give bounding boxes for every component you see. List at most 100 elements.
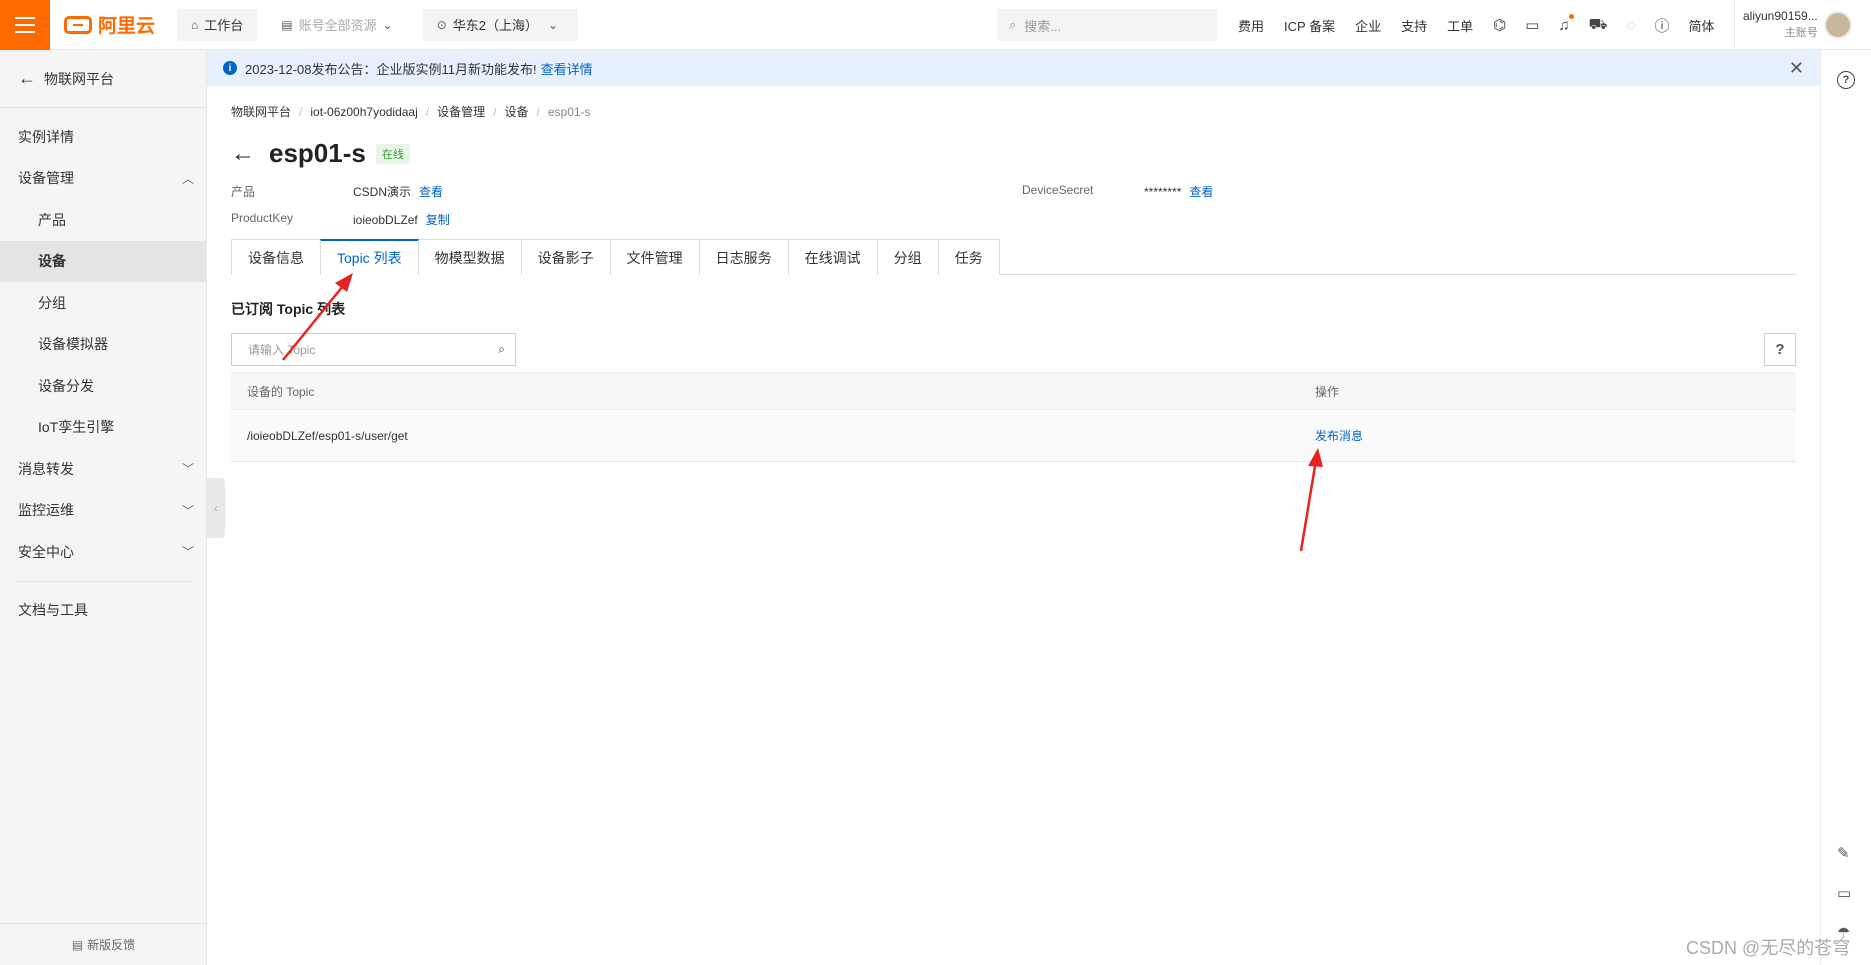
avatar[interactable] [1823,11,1852,39]
tab-log-service[interactable]: 日志服务 [698,239,789,275]
close-icon[interactable]: ✕ [1789,58,1804,79]
arrow-to-publish-link [1299,448,1323,552]
help-icon[interactable]: ⓘ [1654,15,1669,36]
sidebar-item-label: 设备 [38,253,66,270]
user-menu[interactable]: aliyun90159... 主账号 [1734,0,1852,50]
breadcrumb-separator: / [493,104,497,119]
top-links: 费用 ICP 备案 企业 支持 工单 ⌬ ▭ ♫ ⛟ ◌ ⓘ 简体 [1238,0,1735,50]
sidebar-item-device-distribution[interactable]: 设备分发 [0,365,206,407]
sidebar-item-label: 文档与工具 [18,602,88,619]
publish-message-link[interactable]: 发布消息 [1315,429,1363,443]
location-icon: ⊙ [436,17,447,32]
lightbulb-icon[interactable]: ◌ [1627,17,1636,34]
sidebar-item-device-management[interactable]: 设备管理 ︿ [0,158,206,200]
feedback-icon: ▤ [71,937,84,952]
announcement-bar: i 2023-12-08发布公告：企业版实例11月新功能发布! 查看详情 ✕ [207,50,1820,86]
col-action-header: 操作 [1299,372,1796,410]
aliyun-logo[interactable]: 阿里云 [64,11,155,38]
page-title: esp01-s [269,138,366,168]
feedback-button[interactable]: ▤ 新版反馈 [0,923,207,965]
tab-tasks[interactable]: 任务 [937,239,1000,275]
device-meta: 产品 CSDN演示 查看 ProductKey ioieobDLZef 复制 Dev… [231,183,1796,239]
sidebar-item-docs-tools[interactable]: 文档与工具 [0,590,206,632]
chevron-down-icon: ﹀ [181,545,194,560]
breadcrumb-item[interactable]: 物联网平台 [231,103,291,120]
sidebar-item-security-center[interactable]: 安全中心 ﹀ [0,531,206,573]
breadcrumb-item[interactable]: iot-06z00h7yodidaaj [310,105,417,119]
breadcrumb-current: esp01-s [547,104,591,119]
help-button[interactable]: ? [1764,333,1796,366]
chat-icon[interactable]: ▭ [1837,884,1851,902]
workbench-label: 工作台 [204,18,244,33]
sidebar-item-instance-details[interactable]: 实例详情 [0,116,206,158]
sidebar-item-groups[interactable]: 分组 [0,282,206,324]
sidebar-collapse-handle[interactable]: ‹ [207,478,225,538]
tab-device-shadow[interactable]: 设备影子 [520,239,611,275]
page-header: ← esp01-s 在线 [231,138,1796,169]
account-type: 主账号 [1784,27,1818,39]
tab-groups[interactable]: 分组 [876,239,939,275]
billing-link[interactable]: 费用 [1238,16,1264,35]
tab-online-debug[interactable]: 在线调试 [787,239,878,275]
home-icon: ⌂ [191,17,199,32]
back-label: 物联网平台 [44,70,114,87]
productkey-value: ioieobDLZef [353,213,418,227]
sidebar-item-monitoring[interactable]: 监控运维 ﹀ [0,490,206,532]
sidebar-item-iot-twin-engine[interactable]: IoT孪生引擎 [0,407,206,449]
breadcrumb-item[interactable]: 设备 [504,103,528,120]
main-content: 物联网平台 / iot-06z00h7yodidaaj / 设备管理 / 设备 / es… [231,86,1796,462]
chevron-down-icon: ⌄ [548,17,559,32]
status-badge: 在线 [375,143,410,164]
workbench-button[interactable]: ⌂ 工作台 [177,8,258,41]
edit-icon[interactable]: ✎ [1837,844,1850,862]
view-product-link[interactable]: 查看 [419,185,443,199]
help-circle-icon[interactable]: ? [1837,71,1855,89]
breadcrumb-item[interactable]: 设备管理 [437,103,485,120]
back-arrow-icon[interactable]: ← [231,140,255,168]
tab-device-info[interactable]: 设备信息 [231,239,321,275]
bell-icon[interactable]: ♫ [1558,13,1574,34]
region-label: 华东2（上海） [452,18,538,33]
sidebar-item-products[interactable]: 产品 [0,199,206,241]
back-to-iot-platform[interactable]: ← 物联网平台 [0,50,206,108]
hamburger-menu-button[interactable] [0,0,50,50]
ticket-link[interactable]: 工单 [1447,16,1473,35]
topic-search-input[interactable]: 请输入 Topic ⌕ [231,333,516,366]
devicesecret-label: DeviceSecret [1022,183,1094,197]
sidebar-item-message-forwarding[interactable]: 消息转发 ﹀ [0,448,206,490]
region-selector[interactable]: ⊙ 华东2（上海） ⌄ [422,8,579,41]
sidebar-item-label: 产品 [38,211,66,228]
notification-dot [1568,13,1574,19]
devicesecret-value-group: ******** 查看 [1144,183,1213,200]
support-link[interactable]: 支持 [1401,16,1427,35]
action-cell: 发布消息 [1299,409,1796,462]
enterprise-link[interactable]: 企业 [1355,16,1381,35]
productkey-label: ProductKey [231,211,294,225]
sidebar-item-label: 分组 [38,294,66,311]
topic-search-placeholder: 请输入 Topic [248,343,316,357]
announcement-details-link[interactable]: 查看详情 [541,59,593,78]
sidebar-item-label: 设备管理 [18,170,74,187]
list-icon: ▤ [281,17,293,32]
search-icon[interactable]: ⌕ [498,342,505,357]
icp-link[interactable]: ICP 备案 [1284,16,1335,35]
tab-tsl-data[interactable]: 物模型数据 [417,239,522,275]
resources-dropdown[interactable]: ▤ 账号全部资源 ⌄ [267,8,413,41]
product-value: CSDN演示 [353,185,412,199]
username: aliyun90159... [1743,9,1818,23]
sidebar-item-device-simulator[interactable]: 设备模拟器 [0,324,206,366]
terminal-icon[interactable]: ▭ [1525,16,1539,34]
tab-topic-list[interactable]: Topic 列表 [320,239,419,276]
sidebar-item-label: 设备模拟器 [38,336,108,353]
tab-file-management[interactable]: 文件管理 [609,239,700,275]
col-topic-header: 设备的 Topic [231,372,1299,410]
product-label: 产品 [231,185,256,199]
view-secret-link[interactable]: 查看 [1189,185,1213,199]
cart-icon[interactable]: ⛟ [1589,16,1608,35]
chevron-down-icon: ﹀ [181,462,194,477]
copy-productkey-link[interactable]: 复制 [426,213,450,227]
code-icon[interactable]: ⌬ [1493,16,1506,34]
language-switch[interactable]: 简体 [1688,16,1714,35]
sidebar-item-devices[interactable]: 设备 [0,240,206,282]
global-search-input[interactable]: ⌕ 搜索... [997,9,1217,41]
